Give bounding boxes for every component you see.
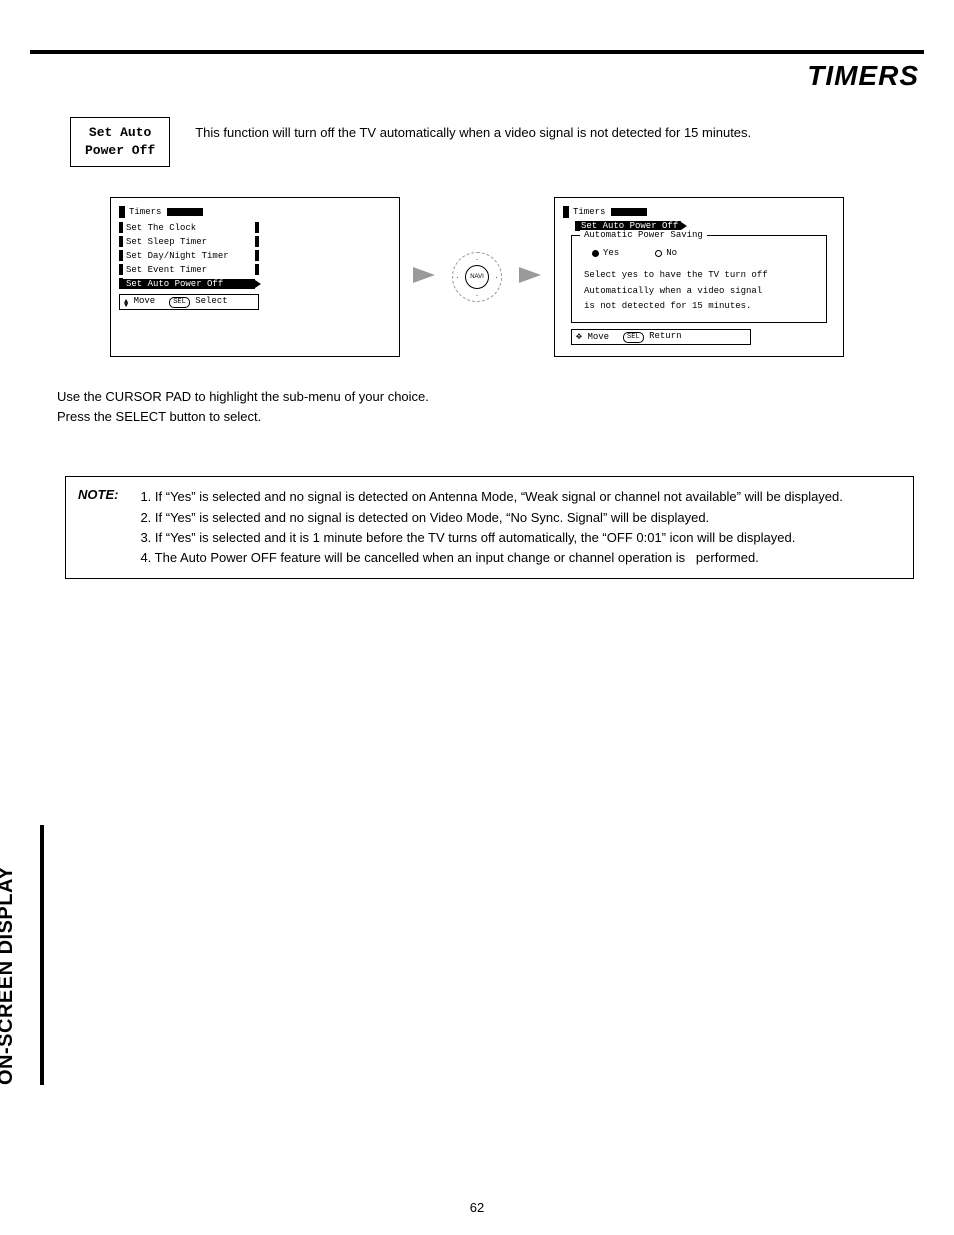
feature-label-line1: Set Auto: [89, 125, 151, 140]
header-rule: [30, 50, 924, 54]
cursor-pad-icon: ···· NAVI: [452, 252, 502, 302]
osd1-footer: ▲▼ Move SEL Select: [119, 294, 259, 310]
side-tab-rule: [40, 825, 44, 1085]
osd1-item-0[interactable]: Set The Clock: [123, 223, 255, 233]
chevron-right-icon: [681, 222, 687, 230]
osd2-title-bar: [611, 208, 647, 216]
feature-label-line2: Power Off: [85, 143, 155, 158]
arrow-right-icon: [519, 267, 541, 283]
osd2-group-label: Automatic Power Saving: [580, 230, 707, 240]
intro-text: This function will turn off the TV autom…: [195, 123, 751, 143]
note-item-1: 1. If “Yes” is selected and no signal is…: [140, 487, 842, 507]
osd-screen-timers-menu: Timers Set The Clock Set Sleep Timer Set…: [110, 197, 400, 357]
osd1-item-1[interactable]: Set Sleep Timer: [123, 237, 255, 247]
note-item-4: 4. The Auto Power OFF feature will be ca…: [140, 548, 842, 568]
osd-screen-auto-power-off: Timers Set Auto Power Off Automatic Powe…: [554, 197, 844, 357]
osd2-footer-action: Return: [649, 331, 681, 341]
osd2-help-2: Automatically when a video signal: [584, 284, 818, 299]
radio-no[interactable]: No: [655, 248, 677, 258]
feature-label-box: Set Auto Power Off: [70, 117, 170, 167]
updown-icon: ▲▼: [124, 300, 128, 308]
osd1-title: Timers: [119, 206, 165, 218]
radio-empty-icon: [655, 250, 662, 257]
radio-yes[interactable]: Yes: [592, 248, 619, 258]
radio-filled-icon: [592, 250, 599, 257]
note-item-3: 3. If “Yes” is selected and it is 1 minu…: [140, 528, 842, 548]
page-number: 62: [0, 1200, 954, 1215]
osd1-footer-action: Select: [195, 296, 227, 306]
page-title: TIMERS: [25, 60, 919, 92]
note-box: NOTE: 1. If “Yes” is selected and no sig…: [65, 476, 914, 579]
osd2-help-3: is not detected for 15 minutes.: [584, 299, 818, 314]
radio-no-label: No: [666, 248, 677, 258]
chevron-right-icon: [255, 280, 261, 288]
osd1-item-2[interactable]: Set Day/Night Timer: [123, 251, 255, 261]
instruction-line-1: Use the CURSOR PAD to highlight the sub-…: [57, 387, 929, 407]
select-key-icon: SEL: [623, 332, 644, 343]
osd2-help-1: Select yes to have the TV turn off: [584, 268, 818, 283]
osd2-group: Automatic Power Saving Yes No Select yes…: [571, 235, 827, 323]
arrow-right-icon: [413, 267, 435, 283]
osd2-title: Timers: [563, 206, 609, 218]
instruction-line-2: Press the SELECT button to select.: [57, 407, 929, 427]
cursor-pad-center: NAVI: [465, 265, 489, 289]
osd2-footer: ✥ Move SEL Return: [571, 329, 751, 345]
osd1-item-4[interactable]: Set Auto Power Off: [123, 279, 255, 289]
osd2-footer-move: Move: [587, 332, 609, 342]
osd1-item-3[interactable]: Set Event Timer: [123, 265, 255, 275]
note-label: NOTE:: [78, 487, 118, 568]
section-tab: ON-SCREEN DISPLAY: [0, 866, 18, 1085]
fourway-icon: ✥: [576, 334, 582, 342]
osd1-title-bar: [167, 208, 203, 216]
note-item-2: 2. If “Yes” is selected and no signal is…: [140, 508, 842, 528]
osd1-footer-move: Move: [134, 296, 156, 306]
radio-yes-label: Yes: [603, 248, 619, 258]
select-key-icon: SEL: [169, 297, 190, 308]
